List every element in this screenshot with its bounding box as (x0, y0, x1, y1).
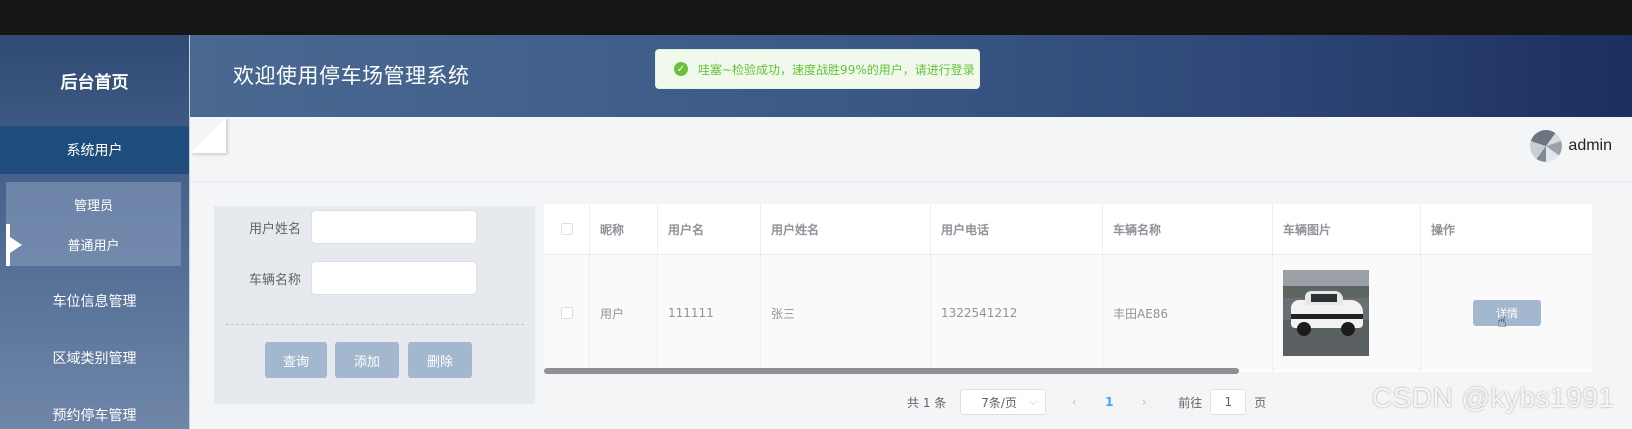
form-row-vehicle: 车辆名称 (214, 261, 477, 295)
form-row-realname: 用户姓名 (214, 210, 477, 244)
collapse-toggle[interactable] (190, 117, 226, 153)
row-select-cell (544, 255, 590, 371)
page-title: 欢迎使用停车场管理系统 (233, 64, 470, 88)
divider (190, 181, 1632, 182)
row-checkbox[interactable] (560, 307, 573, 319)
col-vehicle-name[interactable]: 车辆名称 (1103, 204, 1273, 254)
cell-phone: 1322541212 (931, 255, 1103, 371)
col-nickname[interactable]: 昵称 (590, 204, 658, 254)
col-phone[interactable]: 用户电话 (931, 204, 1103, 254)
chevron-down-icon: ⌵ (1028, 395, 1038, 408)
query-button[interactable]: 查询 (265, 342, 327, 378)
col-username[interactable]: 用户名 (658, 204, 761, 254)
cell-username: 111111 (658, 255, 761, 371)
cell-actions: 详情 ☝ (1421, 255, 1592, 371)
sidebar-item-parking-space[interactable]: 车位信息管理 (0, 272, 189, 329)
car-photo-wheel-front (1297, 322, 1311, 336)
car-photo-window (1311, 294, 1337, 302)
vehicle-name-input[interactable] (311, 261, 477, 295)
page-number-current[interactable]: 1 (1094, 389, 1125, 415)
sidebar: 后台首页 系统用户 管理员 普通用户 车位信息管理 区域类别管理 预约停车管理 (0, 35, 190, 429)
goto-label: 前往 (1178, 395, 1203, 410)
search-panel: 用户姓名 车辆名称 查询 添加 删除 (214, 206, 535, 404)
sidebar-item-system-users[interactable]: 系统用户 (0, 126, 189, 174)
goto-page-input[interactable]: 1 (1210, 389, 1247, 415)
users-table: 昵称 用户名 用户姓名 用户电话 车辆名称 车辆图片 操作 用户 111111 … (544, 204, 1592, 372)
watermark: CSDN @kybs1991 (1372, 382, 1615, 413)
sidebar-home-title[interactable]: 后台首页 (0, 35, 189, 126)
table-row[interactable]: 用户 111111 张三 1322541212 丰田AE86 详情 ☝ (544, 255, 1592, 371)
selected-arrow-icon (10, 237, 22, 253)
hand-cursor-icon: ☝ (1497, 312, 1507, 331)
sidebar-item-reservation[interactable]: 预约停车管理 (0, 386, 189, 429)
sidebar-subitem-admin[interactable]: 管理员 (6, 184, 181, 224)
car-photo-wheel-rear (1341, 322, 1355, 336)
table-header: 昵称 用户名 用户姓名 用户电话 车辆名称 车辆图片 操作 (544, 204, 1592, 255)
add-button[interactable]: 添加 (335, 342, 399, 378)
col-actions: 操作 (1431, 222, 1456, 237)
realname-input[interactable] (311, 210, 477, 244)
pagination: 共 1 条 7条/页 ⌵ ‹ 1 › 前往 1 页 (907, 389, 1266, 415)
vehicle-name-label: 车辆名称 (248, 272, 301, 288)
goto-suffix: 页 (1254, 395, 1267, 410)
realname-label: 用户姓名 (248, 221, 301, 237)
window-top-bar (0, 0, 1632, 35)
pagination-total: 共 1 条 (907, 395, 947, 410)
cell-vehicle-image (1273, 255, 1421, 371)
page-size-select[interactable]: 7条/页 ⌵ (960, 389, 1047, 415)
sidebar-item-area-category[interactable]: 区域类别管理 (0, 329, 189, 386)
sidebar-subitem-normal-users[interactable]: 普通用户 (6, 224, 181, 264)
avatar[interactable] (1530, 130, 1563, 162)
username-label[interactable]: admin (1568, 137, 1612, 155)
horizontal-scrollbar[interactable] (544, 368, 1239, 374)
toast-message: 哇塞~检验成功，速度战胜99%的用户，请进行登录 (698, 62, 975, 77)
form-divider (226, 324, 524, 325)
detail-button[interactable]: 详情 ☝ (1473, 300, 1541, 331)
car-photo-stripe (1291, 314, 1363, 319)
user-menu[interactable]: admin (1530, 130, 1612, 162)
cell-nickname: 用户 (590, 255, 658, 371)
sidebar-submenu: 管理员 普通用户 (6, 182, 181, 266)
cell-realname: 张三 (761, 255, 931, 371)
next-page-button[interactable]: › (1130, 389, 1159, 415)
prev-page-button[interactable]: ‹ (1060, 389, 1089, 415)
car-photo[interactable] (1283, 270, 1369, 356)
delete-button[interactable]: 删除 (408, 342, 472, 378)
page-size-value: 7条/页 (981, 395, 1017, 410)
col-realname[interactable]: 用户姓名 (761, 204, 931, 254)
success-toast: ✓ 哇塞~检验成功，速度战胜99%的用户，请进行登录 (655, 49, 980, 89)
cell-vehicle-name: 丰田AE86 (1103, 255, 1273, 371)
select-all-cell (544, 204, 590, 254)
col-vehicle-image[interactable]: 车辆图片 (1273, 204, 1421, 254)
select-all-checkbox[interactable] (560, 223, 573, 235)
check-circle-icon: ✓ (674, 62, 688, 76)
